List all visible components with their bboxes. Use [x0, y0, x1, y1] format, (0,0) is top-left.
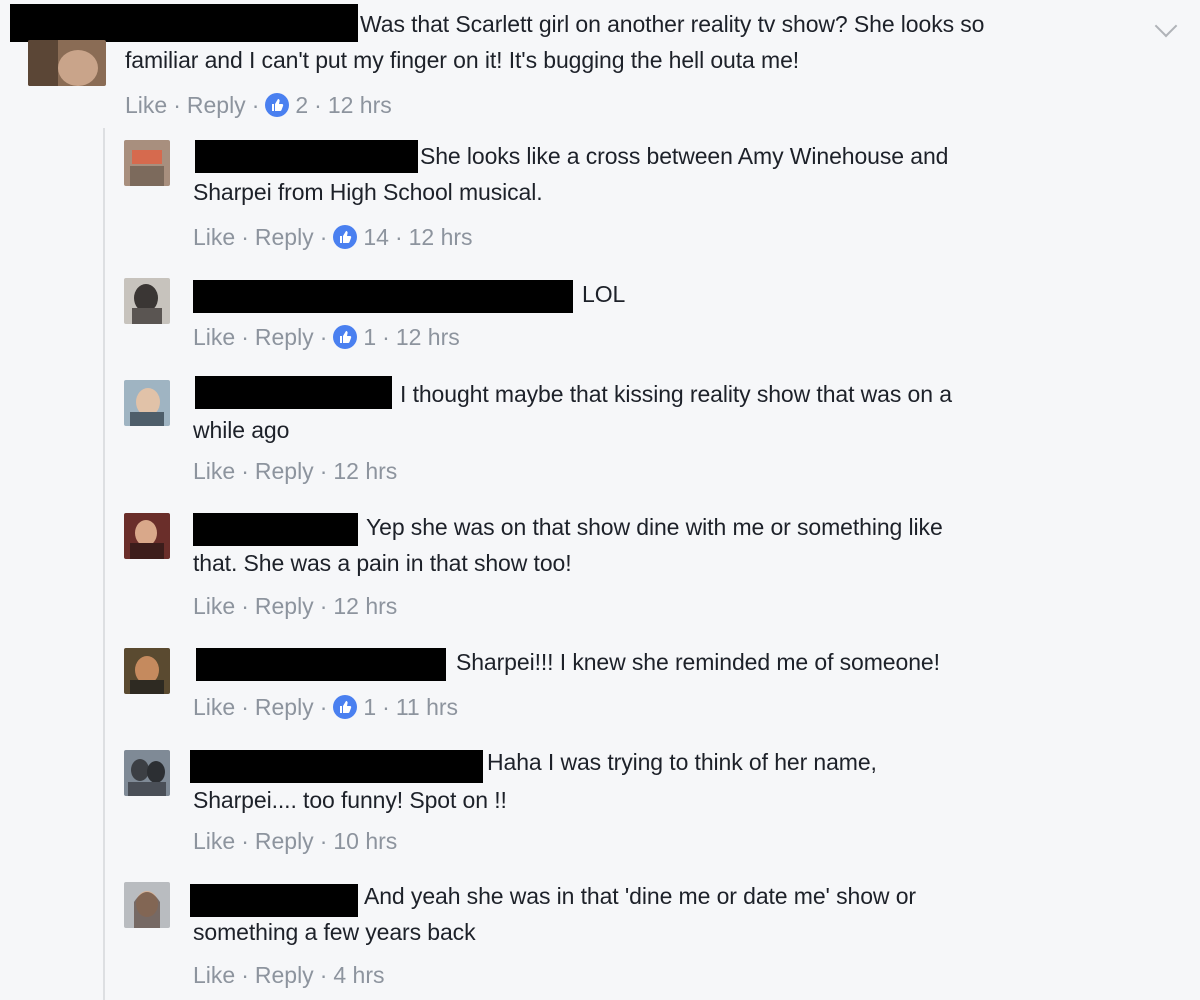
timestamp[interactable]: 12 hrs	[328, 92, 392, 119]
comment-actions: Like · Reply · 14 · 12 hrs	[193, 223, 473, 251]
timestamp[interactable]: 12 hrs	[333, 593, 397, 620]
like-link[interactable]: Like	[193, 458, 235, 485]
reply-comment: LOL Like · Reply · 1 · 12 hrs	[0, 272, 1200, 367]
redacted-name	[193, 280, 573, 313]
reaction-count[interactable]: 1	[363, 324, 376, 351]
like-link[interactable]: Like	[125, 92, 167, 119]
timestamp[interactable]: 4 hrs	[333, 962, 384, 989]
avatar[interactable]	[124, 648, 170, 694]
reply-comment: And yeah she was in that 'dine me or dat…	[0, 876, 1200, 1000]
comment-actions: Like · Reply · 10 hrs	[193, 827, 398, 855]
comment-text: Haha I was trying to think of her name,	[487, 749, 877, 775]
like-link[interactable]: Like	[193, 962, 235, 989]
reaction-count[interactable]: 1	[363, 694, 376, 721]
redacted-name	[193, 513, 358, 546]
redacted-name	[195, 376, 392, 409]
timestamp[interactable]: 12 hrs	[396, 324, 460, 351]
thumbs-up-icon[interactable]	[333, 325, 358, 349]
reply-link[interactable]: Reply	[255, 224, 314, 251]
redacted-name	[10, 4, 358, 42]
like-link[interactable]: Like	[193, 324, 235, 351]
timestamp[interactable]: 11 hrs	[396, 694, 458, 721]
thumbs-up-icon[interactable]	[333, 695, 358, 719]
comment-text: something a few years back	[193, 919, 476, 945]
reply-link[interactable]: Reply	[255, 458, 314, 485]
like-link[interactable]: Like	[193, 828, 235, 855]
comment-text: Sharpei!!! I knew she reminded me of som…	[456, 649, 940, 675]
reply-link[interactable]: Reply	[255, 593, 314, 620]
avatar[interactable]	[124, 513, 170, 559]
reply-comment: Sharpei!!! I knew she reminded me of som…	[0, 640, 1200, 735]
comment-text: I thought maybe that kissing reality sho…	[400, 381, 952, 407]
avatar[interactable]	[124, 278, 170, 324]
avatar[interactable]	[28, 40, 106, 86]
comment-text: Was that Scarlett girl on another realit…	[360, 11, 985, 37]
timestamp[interactable]: 12 hrs	[333, 458, 397, 485]
avatar[interactable]	[124, 882, 170, 928]
redacted-name	[190, 884, 358, 917]
chevron-down-icon[interactable]	[1154, 14, 1178, 38]
comment-text: Sharpei from High School musical.	[193, 179, 543, 205]
reply-link[interactable]: Reply	[187, 92, 246, 119]
comment-text: Yep she was on that show dine with me or…	[366, 514, 943, 540]
comment-actions: Like · Reply · 2 · 12 hrs	[125, 91, 392, 119]
comment-text: And yeah she was in that 'dine me or dat…	[364, 883, 916, 909]
avatar[interactable]	[124, 140, 170, 186]
like-link[interactable]: Like	[193, 224, 235, 251]
avatar[interactable]	[124, 380, 170, 426]
redacted-name	[190, 750, 483, 783]
comment-actions: Like · Reply · 12 hrs	[193, 457, 398, 485]
redacted-name	[195, 140, 418, 173]
reply-comment: She looks like a cross between Amy Wineh…	[0, 130, 1200, 260]
timestamp[interactable]: 12 hrs	[409, 224, 473, 251]
comment-text: Sharpei.... too funny! Spot on !!	[193, 787, 507, 813]
like-link[interactable]: Like	[193, 694, 235, 721]
comment-actions: Like · Reply · 1 · 11 hrs	[193, 693, 459, 721]
comment-text: familiar and I can't put my finger on it…	[125, 47, 800, 73]
avatar[interactable]	[124, 750, 170, 796]
avatar-image	[28, 40, 106, 86]
comment-text: that. She was a pain in that show too!	[193, 550, 572, 576]
comment-actions: Like · Reply · 4 hrs	[193, 961, 385, 989]
reply-link[interactable]: Reply	[255, 694, 314, 721]
reply-comment: Haha I was trying to think of her name, …	[0, 742, 1200, 867]
reply-comment: Yep she was on that show dine with me or…	[0, 505, 1200, 630]
reply-link[interactable]: Reply	[255, 962, 314, 989]
reaction-count[interactable]: 2	[295, 92, 308, 119]
comment-text: LOL	[582, 281, 626, 307]
reply-link[interactable]: Reply	[255, 828, 314, 855]
timestamp[interactable]: 10 hrs	[333, 828, 397, 855]
comment-actions: Like · Reply · 1 · 12 hrs	[193, 323, 460, 351]
comment-text: She looks like a cross between Amy Wineh…	[420, 143, 949, 169]
reaction-count[interactable]: 14	[363, 224, 389, 251]
redacted-name	[196, 648, 446, 681]
reply-comment: I thought maybe that kissing reality sho…	[0, 372, 1200, 497]
like-link[interactable]: Like	[193, 593, 235, 620]
comment-text: while ago	[193, 417, 290, 443]
thumbs-up-icon[interactable]	[265, 93, 290, 117]
reply-link[interactable]: Reply	[255, 324, 314, 351]
thumbs-up-icon[interactable]	[333, 225, 358, 249]
comment-actions: Like · Reply · 12 hrs	[193, 592, 398, 620]
top-comment: Was that Scarlett girl on another realit…	[0, 0, 1200, 125]
